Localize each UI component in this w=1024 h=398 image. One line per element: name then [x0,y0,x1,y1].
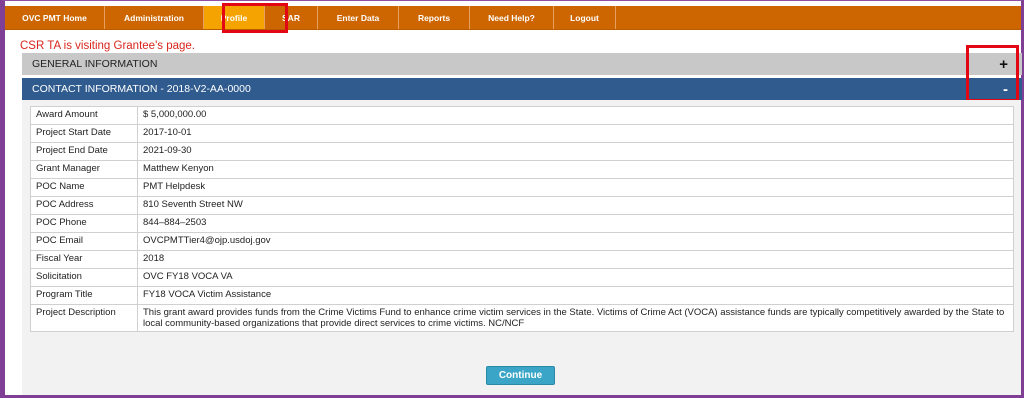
field-label: Grant Manager [30,160,138,179]
table-row: Project Description This grant award prov… [30,304,1014,332]
field-label: POC Phone [30,214,138,233]
field-label: Project Start Date [30,124,138,143]
table-row: Program Title FY18 VOCA Victim Assistance [30,286,1014,305]
nav-administration[interactable]: Administration [105,6,204,29]
field-label: POC Address [30,196,138,215]
field-value: 810 Seventh Street NW [137,196,1014,215]
table-row: POC Name PMT Helpdesk [30,178,1014,197]
general-information-header[interactable]: GENERAL INFORMATION + [22,53,1022,75]
nav-enter-data[interactable]: Enter Data [318,6,399,29]
contact-info-table: Award Amount $ 5,000,000.00 Project Start … [30,106,1014,332]
profile-highlight-box [222,3,288,33]
nav-logout[interactable]: Logout [554,6,616,29]
table-row: Grant Manager Matthew Kenyon [30,160,1014,179]
continue-button[interactable]: Continue [486,366,555,385]
field-label: POC Name [30,178,138,197]
table-row: Award Amount $ 5,000,000.00 [30,106,1014,125]
field-label: Project End Date [30,142,138,161]
field-value: 2018 [137,250,1014,269]
field-label: Award Amount [30,106,138,125]
table-row: Solicitation OVC FY18 VOCA VA [30,268,1014,287]
contact-information-header[interactable]: CONTACT INFORMATION - 2018-V2-AA-0000 - [22,78,1022,100]
toggle-highlight-box [966,45,1019,102]
table-row: Project End Date 2021-09-30 [30,142,1014,161]
field-value: Matthew Kenyon [137,160,1014,179]
field-label: Project Description [30,304,138,332]
field-label: Program Title [30,286,138,305]
field-label: POC Email [30,232,138,251]
contact-information-title: CONTACT INFORMATION - 2018-V2-AA-0000 [32,83,251,95]
field-value: This grant award provides funds from the… [137,304,1014,332]
table-row: Project Start Date 2017-10-01 [30,124,1014,143]
nav-reports[interactable]: Reports [399,6,470,29]
field-label: Fiscal Year [30,250,138,269]
field-label: Solicitation [30,268,138,287]
field-value: OVC FY18 VOCA VA [137,268,1014,287]
field-value: 2017-10-01 [137,124,1014,143]
table-row: Fiscal Year 2018 [30,250,1014,269]
top-navigation: OVC PMT Home Administration Profile SAR … [5,6,1021,30]
field-value: $ 5,000,000.00 [137,106,1014,125]
field-value: OVCPMTTier4@ojp.usdoj.gov [137,232,1014,251]
table-row: POC Phone 844–884–2503 [30,214,1014,233]
general-information-title: GENERAL INFORMATION [32,58,158,70]
field-value: 2021-09-30 [137,142,1014,161]
nav-need-help[interactable]: Need Help? [470,6,554,29]
field-value: 844–884–2503 [137,214,1014,233]
table-row: POC Address 810 Seventh Street NW [30,196,1014,215]
field-value: FY18 VOCA Victim Assistance [137,286,1014,305]
visiting-notice: CSR TA is visiting Grantee's page. [20,40,195,52]
nav-ovc-pmt-home[interactable]: OVC PMT Home [5,6,105,29]
field-value: PMT Helpdesk [137,178,1014,197]
table-row: POC Email OVCPMTTier4@ojp.usdoj.gov [30,232,1014,251]
